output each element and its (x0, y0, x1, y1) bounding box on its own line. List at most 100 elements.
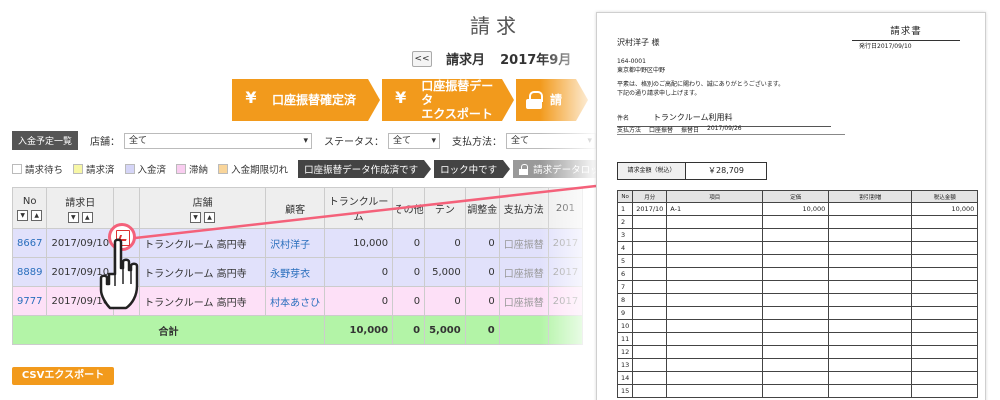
inv-cell-total: 10,000 (911, 202, 979, 216)
cell-extra: 2017 (547, 257, 584, 287)
cell-other: 0 (392, 286, 426, 316)
total-payment (498, 315, 549, 345)
legend-label: 請求データロッ (533, 165, 600, 176)
col-header-extra: 201 (547, 187, 584, 229)
cell-no[interactable]: 8667 (11, 228, 48, 258)
status-select[interactable]: 全て (388, 132, 441, 149)
csv-export-button[interactable]: CSVエクスポート (12, 367, 114, 385)
col-header-payment: 支払方法 (498, 187, 549, 229)
col-header-customer: 顧客 (265, 187, 326, 229)
header-label: No (22, 195, 37, 207)
legend-label: 請求待ち (25, 165, 64, 176)
step-billing-lock[interactable]: 請 (516, 79, 588, 121)
header-label: 店舗 (192, 197, 213, 209)
cell-customer[interactable]: 沢村洋子 (265, 228, 326, 258)
inv-cell-item (666, 332, 764, 346)
cell-store: トランクルーム 高円寺 (139, 257, 267, 287)
inv-cell-total (911, 371, 979, 385)
invoice-customer: 沢村洋子 様 (617, 38, 660, 47)
inv-cell-price: 10,000 (762, 202, 830, 216)
inv-cell-price (762, 228, 830, 242)
inv-cell-no: 4 (616, 241, 634, 255)
yen-icon: ¥ (395, 88, 407, 107)
inv-cell-month (632, 215, 668, 229)
step-transfer-export[interactable]: ¥ 口座振替データ エクスポート (382, 79, 514, 121)
invoice-payment-value: 口座振替 (649, 127, 674, 134)
invoice-items-table: No 月分 項目 定価 割引割増 税込金額 1 2017/10 A-1 10,000 1… (616, 190, 979, 398)
inv-col-no: No (616, 190, 634, 203)
sort-desc-button[interactable]: ▼ (67, 211, 79, 223)
table-header-row: No ▼ ▲ 請求日 ▼ ▲ 店舗 ▼ ▲ 顧客 トランクルーム その他 テン 調整金 支払… (11, 187, 584, 229)
cell-customer[interactable]: 永野芽衣 (265, 257, 326, 287)
invoice-address-line: 東京都中野区中野 (617, 67, 666, 74)
inv-cell-total (911, 345, 979, 359)
inv-cell-item (666, 267, 764, 281)
invoice-divider (617, 134, 845, 135)
legend-expired: 入金期限切れ (218, 162, 288, 176)
legend-swatch (73, 164, 84, 174)
cell-payment: 口座振替 (498, 228, 549, 258)
status-legend: 請求待ち 請求済 入金済 滞納 入金期限切れ 口座振替データ作成済です ロック中… (12, 160, 616, 178)
inv-cell-month (632, 384, 668, 398)
step-label: 口座振替確定済 (272, 93, 357, 107)
cell-no[interactable]: 8889 (11, 257, 48, 287)
cell-no[interactable]: 9777 (11, 286, 48, 316)
inv-cell-discount (828, 293, 913, 307)
inv-cell-month (632, 280, 668, 294)
inv-cell-price (762, 332, 830, 346)
sort-desc-button[interactable]: ▼ (17, 209, 29, 221)
inv-cell-total (911, 241, 979, 255)
sort-desc-button[interactable]: ▼ (190, 211, 202, 223)
sort-asc-button[interactable]: ▲ (204, 211, 216, 223)
inv-cell-item (666, 241, 764, 255)
sort-asc-button[interactable]: ▲ (31, 209, 43, 221)
inv-cell-discount (828, 202, 913, 216)
total-adjust: 0 (464, 315, 500, 345)
sort-asc-button[interactable]: ▲ (81, 211, 93, 223)
inv-cell-price (762, 254, 830, 268)
inv-cell-total (911, 332, 979, 346)
lock-icon (519, 163, 529, 175)
inv-cell-month (632, 332, 668, 346)
invoice-amount-value: ￥28,709 (708, 166, 744, 175)
inv-cell-month (632, 267, 668, 281)
invoice-row: 8 (616, 293, 979, 307)
legend-swatch (218, 164, 229, 174)
invoice-row: 6 (616, 267, 979, 281)
invoice-header-row: No 月分 項目 定価 割引割増 税込金額 (616, 190, 979, 203)
cell-trunk: 10,000 (324, 228, 394, 258)
total-trunk: 10,000 (324, 315, 394, 345)
inv-cell-price (762, 280, 830, 294)
inv-cell-discount (828, 241, 913, 255)
inv-cell-month (632, 293, 668, 307)
store-select[interactable]: 全て (124, 132, 313, 149)
col-header-date: 請求日 ▼ ▲ (46, 187, 115, 229)
col-header-trunk: トランクルーム (324, 187, 394, 229)
inv-cell-discount (828, 254, 913, 268)
cell-customer[interactable]: 村本あさひ (265, 286, 326, 316)
invoice-row: 14 (616, 371, 979, 385)
inv-cell-no: 5 (616, 254, 634, 268)
legend-transfer-created: 口座振替データ作成済です (298, 160, 432, 178)
inv-cell-discount (828, 358, 913, 372)
legend-label: 入金済 (137, 165, 167, 176)
inv-cell-no: 10 (616, 319, 634, 333)
inv-cell-item (666, 345, 764, 359)
lock-icon (526, 91, 543, 109)
inv-cell-total (911, 280, 979, 294)
inv-cell-discount (828, 306, 913, 320)
list-title: 入金予定一覧 (12, 131, 79, 150)
step-transfer-confirmed[interactable]: ¥ 口座振替確定済 (232, 79, 380, 121)
inv-cell-month (632, 358, 668, 372)
inv-cell-no: 12 (616, 345, 634, 359)
inv-cell-item (666, 319, 764, 333)
prev-month-button[interactable]: << (412, 50, 432, 67)
inv-cell-no: 6 (616, 267, 634, 281)
payment-select[interactable]: 全て (506, 132, 597, 149)
inv-col-month: 月分 (632, 190, 668, 203)
legend-overdue: 滞納 (176, 162, 208, 176)
workflow-steps: ¥ 口座振替確定済 ¥ 口座振替データ エクスポート 請 (232, 79, 590, 121)
invoice-issue-date: 発行日2017/09/10 (859, 43, 912, 50)
inv-cell-month (632, 228, 668, 242)
inv-cell-no: 7 (616, 280, 634, 294)
